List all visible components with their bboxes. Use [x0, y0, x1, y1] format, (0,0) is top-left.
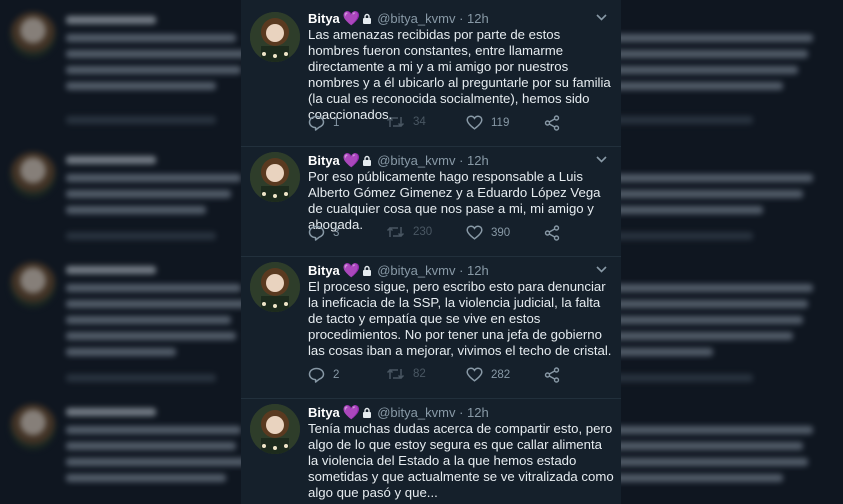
tweet[interactable]: Bitya 💜 @bitya_kvmv · 12h Por eso públicam… [241, 146, 621, 257]
reply-icon [308, 367, 325, 383]
reply-count: 2 [333, 369, 340, 381]
tweet-header: Bitya 💜 @bitya_kvmv · 12h [308, 152, 613, 170]
avatar[interactable] [250, 404, 300, 454]
avatar[interactable] [250, 262, 300, 312]
tweet-text: Las amenazas recibidas por parte de esto… [308, 27, 611, 122]
blurred-background-right [593, 0, 843, 504]
display-name[interactable]: Bitya [308, 153, 340, 168]
like-count: 390 [491, 226, 511, 239]
retweet-icon [386, 115, 405, 129]
tweet[interactable]: Bitya 💜 @bitya_kvmv · 12h Tenía muchas dud… [241, 398, 621, 504]
retweet-count: 82 [413, 368, 426, 380]
lock-icon [362, 264, 372, 279]
reply-button[interactable]: 1 [308, 115, 339, 131]
lock-icon [362, 406, 372, 421]
handle[interactable]: @bitya_kvmv [377, 263, 455, 278]
chevron-down-icon[interactable] [596, 10, 607, 24]
lock-icon [362, 12, 372, 27]
like-count: 282 [491, 368, 511, 381]
separator: · [459, 11, 464, 26]
retweet-button[interactable]: 34 [386, 115, 426, 129]
retweet-count: 230 [413, 226, 433, 238]
like-button[interactable]: 282 [466, 367, 510, 382]
like-icon [466, 367, 483, 382]
share-icon [544, 225, 560, 241]
timestamp[interactable]: 12h [467, 11, 489, 26]
purple-heart-emoji: 💜 [342, 152, 361, 168]
display-name[interactable]: Bitya [308, 405, 340, 420]
handle[interactable]: @bitya_kvmv [377, 11, 455, 26]
reply-icon [308, 115, 325, 131]
tweet-text: Tenía muchas dudas acerca de compartir e… [308, 421, 614, 500]
reply-button[interactable]: 2 [308, 367, 339, 383]
blurred-avatar [10, 404, 56, 450]
purple-heart-emoji: 💜 [342, 10, 361, 26]
retweet-icon [386, 367, 405, 381]
timestamp[interactable]: 12h [467, 263, 489, 278]
timestamp[interactable]: 12h [467, 405, 489, 420]
like-icon [466, 225, 483, 240]
tweet-header: Bitya 💜 @bitya_kvmv · 12h [308, 404, 613, 422]
share-icon [544, 115, 560, 131]
chevron-down-icon[interactable] [596, 262, 607, 276]
reply-count: 1 [333, 117, 340, 129]
separator: · [459, 405, 464, 420]
tweet-header: Bitya 💜 @bitya_kvmv · 12h [308, 262, 613, 280]
separator: · [459, 153, 464, 168]
reply-icon [308, 225, 325, 241]
display-name[interactable]: Bitya [308, 263, 340, 278]
reply-count: 3 [333, 227, 340, 239]
separator: · [459, 263, 464, 278]
retweet-button[interactable]: 82 [386, 367, 426, 381]
reply-button[interactable]: 3 [308, 225, 339, 241]
share-button[interactable] [544, 367, 560, 383]
tweet[interactable]: Bitya 💜 @bitya_kvmv · 12h El proceso sigue… [241, 256, 621, 399]
tweet-timeline: Bitya 💜 @bitya_kvmv · 12h Las amenazas rec… [241, 0, 621, 504]
blurred-avatar [10, 152, 56, 198]
tweet-header: Bitya 💜 @bitya_kvmv · 12h [308, 10, 613, 28]
like-button[interactable]: 119 [466, 115, 509, 130]
display-name[interactable]: Bitya [308, 11, 340, 26]
purple-heart-emoji: 💜 [342, 404, 361, 420]
tweet-actions: 1 34 119 [308, 115, 608, 135]
like-count: 119 [491, 116, 510, 129]
blurred-avatar [10, 262, 56, 308]
like-button[interactable]: 390 [466, 225, 510, 240]
avatar[interactable] [250, 12, 300, 62]
tweet-text: Por eso públicamente hago responsable a … [308, 169, 601, 232]
retweet-button[interactable]: 230 [386, 225, 432, 239]
share-button[interactable] [544, 225, 560, 241]
blurred-avatar [10, 12, 56, 58]
like-icon [466, 115, 483, 130]
handle[interactable]: @bitya_kvmv [377, 153, 455, 168]
purple-heart-emoji: 💜 [342, 262, 361, 278]
handle[interactable]: @bitya_kvmv [377, 405, 455, 420]
chevron-down-icon[interactable] [596, 152, 607, 166]
tweet[interactable]: Bitya 💜 @bitya_kvmv · 12h Las amenazas rec… [241, 0, 621, 147]
retweet-count: 34 [413, 116, 426, 128]
timestamp[interactable]: 12h [467, 153, 489, 168]
tweet-text: El proceso sigue, pero escribo esto para… [308, 279, 612, 358]
lock-icon [362, 154, 372, 169]
retweet-icon [386, 225, 405, 239]
tweet-actions: 2 82 282 [308, 367, 608, 387]
blurred-background-left [0, 0, 250, 504]
share-button[interactable] [544, 115, 560, 131]
tweet-actions: 3 230 390 [308, 225, 608, 245]
share-icon [544, 367, 560, 383]
avatar[interactable] [250, 152, 300, 202]
